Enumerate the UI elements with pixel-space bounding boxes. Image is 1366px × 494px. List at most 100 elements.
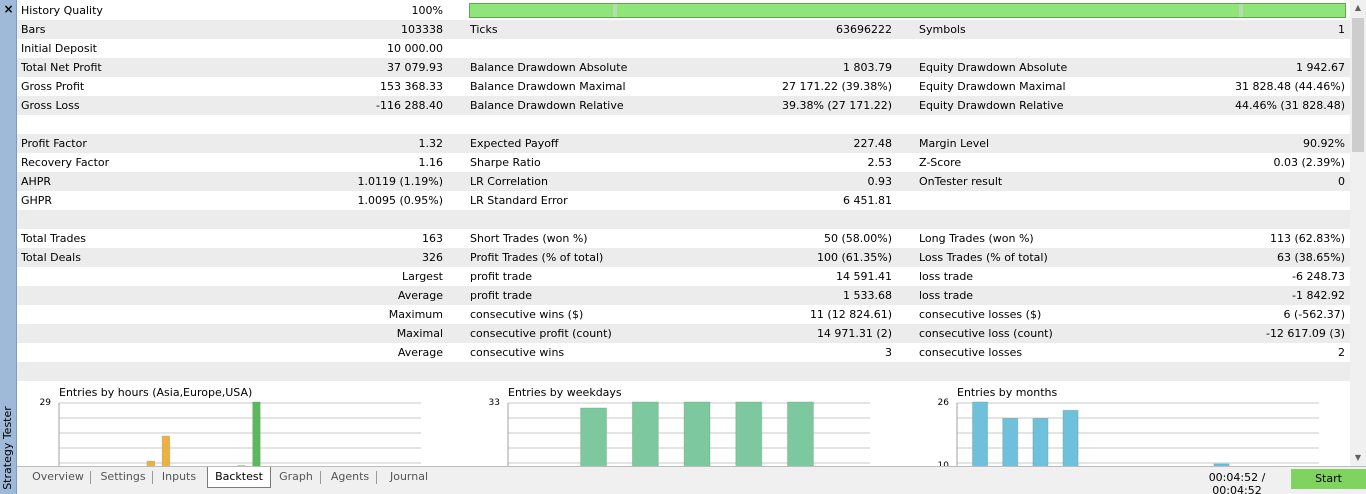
chart-bar bbox=[1062, 409, 1079, 466]
stat-value-2: 2.53 bbox=[867, 156, 893, 169]
chart-y-tick-max: 26 bbox=[937, 398, 949, 408]
tab-separator bbox=[376, 471, 377, 484]
stats-row: Recovery Factor 1.16 Sharpe Ratio 2.53 Z-Sco… bbox=[17, 153, 1350, 172]
trade-value-3: -6 248.73 bbox=[1292, 270, 1345, 283]
trade-value-2: 11 (12 824.61) bbox=[809, 308, 892, 321]
stat-value-1: 37 079.93 bbox=[387, 61, 443, 74]
trade-value-2 bbox=[697, 362, 892, 381]
chart-title: Entries by hours (Asia,Europe,USA) bbox=[59, 386, 253, 399]
stats-row: Total Trades 163 Short Trades (won %) 50 (5… bbox=[17, 229, 1350, 248]
trade-row-label: Average bbox=[397, 346, 443, 359]
stat-value-2: 39.38% (27 171.22) bbox=[781, 99, 892, 112]
trade-row-label: Maximal bbox=[396, 327, 443, 340]
chart-bar bbox=[580, 407, 607, 466]
stats-row bbox=[17, 115, 1350, 134]
entries-chart: Entries by months 26 10 bbox=[915, 383, 1345, 466]
chart-bar bbox=[1002, 418, 1019, 466]
stat-value-1: 103338 bbox=[401, 23, 443, 36]
stat-value-3 bbox=[1137, 39, 1345, 58]
stat-value-2 bbox=[697, 39, 892, 58]
history-quality-bar bbox=[469, 3, 1346, 18]
trade-value-3: -12 617.09 (3) bbox=[1265, 327, 1345, 340]
stat-value-1: 163 bbox=[422, 232, 443, 245]
trade-value-2: 14 971.31 (2) bbox=[816, 327, 892, 340]
scroll-up-icon[interactable]: ▲ bbox=[1350, 0, 1366, 16]
stat-value-1: -116 288.40 bbox=[376, 99, 443, 112]
tab-overview[interactable]: Overview bbox=[27, 467, 89, 487]
elapsed-timer: 00:04:52 / 00:04:52 bbox=[1208, 471, 1266, 494]
stat-value-1: 10 000.00 bbox=[387, 42, 443, 55]
stat-value-1: 326 bbox=[422, 251, 443, 264]
scroll-thumb[interactable] bbox=[1352, 18, 1364, 152]
stat-value-1: 1.0095 (0.95%) bbox=[357, 194, 443, 207]
stat-value-2 bbox=[697, 210, 892, 229]
stat-value-1: 153 368.33 bbox=[380, 80, 443, 93]
trade-row: Maximum consecutive wins ($) 11 (12 824.61… bbox=[17, 305, 1350, 324]
trade-row-label: Largest bbox=[402, 270, 443, 283]
trade-row: Average consecutive wins 3 consecutive loss… bbox=[17, 343, 1350, 362]
stat-value-3 bbox=[1137, 115, 1345, 134]
tab-separator bbox=[152, 471, 153, 484]
trade-value-3: -1 842.92 bbox=[1292, 289, 1345, 302]
tab-separator bbox=[320, 471, 321, 484]
chart-bar bbox=[683, 401, 711, 466]
stats-row: Profit Factor 1.32 Expected Payoff 227.48 Ma… bbox=[17, 134, 1350, 153]
bottom-toolbar: Overview Settings Inputs Backtest Graph Agent… bbox=[17, 466, 1366, 494]
trade-row: Average profit trade 1 533.68 loss trade -1 … bbox=[17, 286, 1350, 305]
tab-graph[interactable]: Graph bbox=[273, 467, 319, 487]
stat-value-1: 1.0119 (1.19%) bbox=[357, 175, 443, 188]
stat-value-2: 1 803.79 bbox=[843, 61, 892, 74]
scroll-down-icon[interactable]: ▼ bbox=[1350, 450, 1366, 466]
stats-row: GHPR 1.0095 (0.95%) LR Standard Error 6 451… bbox=[17, 191, 1350, 210]
chart-bar bbox=[787, 401, 814, 466]
chart-title: Entries by weekdays bbox=[508, 386, 622, 399]
stat-value-3 bbox=[1137, 210, 1345, 229]
stats-row: Total Net Profit 37 079.93 Balance Drawdow… bbox=[17, 58, 1350, 77]
chart-y-tick-max: 29 bbox=[39, 398, 51, 408]
stat-value-2 bbox=[697, 115, 892, 134]
stat-value-3: 0.03 (2.39%) bbox=[1273, 156, 1345, 169]
stat-value-3: 1 bbox=[1338, 23, 1345, 36]
stat-value-1 bbox=[257, 115, 443, 134]
stat-value-2: 27 171.22 (39.38%) bbox=[781, 80, 892, 93]
start-button[interactable]: Start bbox=[1291, 469, 1366, 489]
tab-settings[interactable]: Settings bbox=[95, 467, 151, 487]
stat-value-1: 1.32 bbox=[418, 137, 444, 150]
trade-row-label: Maximum bbox=[388, 308, 443, 321]
stat-value-3: 31 828.48 (44.46%) bbox=[1234, 80, 1345, 93]
vertical-scrollbar[interactable]: ▲ ▼ bbox=[1350, 0, 1366, 466]
stat-value-3: 90.92% bbox=[1303, 137, 1345, 150]
stat-value-3 bbox=[1137, 191, 1345, 210]
stats-row: Initial Deposit 10 000.00 bbox=[17, 39, 1350, 58]
trade-value-2: 1 533.68 bbox=[843, 289, 892, 302]
stat-value-2: 0.93 bbox=[867, 175, 893, 188]
panel-title: Strategy Tester bbox=[1, 406, 14, 490]
tab-separator bbox=[90, 471, 91, 484]
chart-title: Entries by months bbox=[957, 386, 1058, 399]
chart-bar bbox=[631, 401, 659, 466]
close-icon[interactable]: × bbox=[2, 3, 15, 16]
chart-bar bbox=[1032, 418, 1049, 466]
tab-inputs[interactable]: Inputs bbox=[157, 467, 201, 487]
trade-row: Maximal consecutive profit (count) 14 971.… bbox=[17, 324, 1350, 343]
history-quality-row: History Quality 100% bbox=[17, 1, 1350, 20]
tab-journal[interactable]: Journal bbox=[382, 467, 436, 487]
strategy-tester-sidebar: × Strategy Tester bbox=[0, 0, 17, 494]
backtest-report: History Quality 100% Bars 103338 Ticks 6369… bbox=[17, 0, 1350, 466]
stat-value-2: 50 (58.00%) bbox=[823, 232, 892, 245]
stat-value-1: 1.16 bbox=[418, 156, 444, 169]
stat-value-2: 6 451.81 bbox=[843, 194, 892, 207]
stat-value-2: 63696222 bbox=[836, 23, 892, 36]
stat-value-3: 0 bbox=[1338, 175, 1345, 188]
trade-value-3: 6 (-562.37) bbox=[1283, 308, 1345, 321]
trade-value-3 bbox=[1137, 362, 1345, 381]
trade-value-2: 14 591.41 bbox=[836, 270, 892, 283]
trade-row-label bbox=[257, 362, 443, 381]
tab-backtest[interactable]: Backtest bbox=[207, 467, 271, 488]
stats-row: Gross Profit 153 368.33 Balance Drawdown M… bbox=[17, 77, 1350, 96]
stat-value-3: 44.46% (31 828.48) bbox=[1234, 99, 1345, 112]
stat-value-3: 63 (38.65%) bbox=[1276, 251, 1345, 264]
stats-row bbox=[17, 210, 1350, 229]
tab-agents[interactable]: Agents bbox=[325, 467, 375, 487]
chart-bar bbox=[972, 401, 989, 466]
